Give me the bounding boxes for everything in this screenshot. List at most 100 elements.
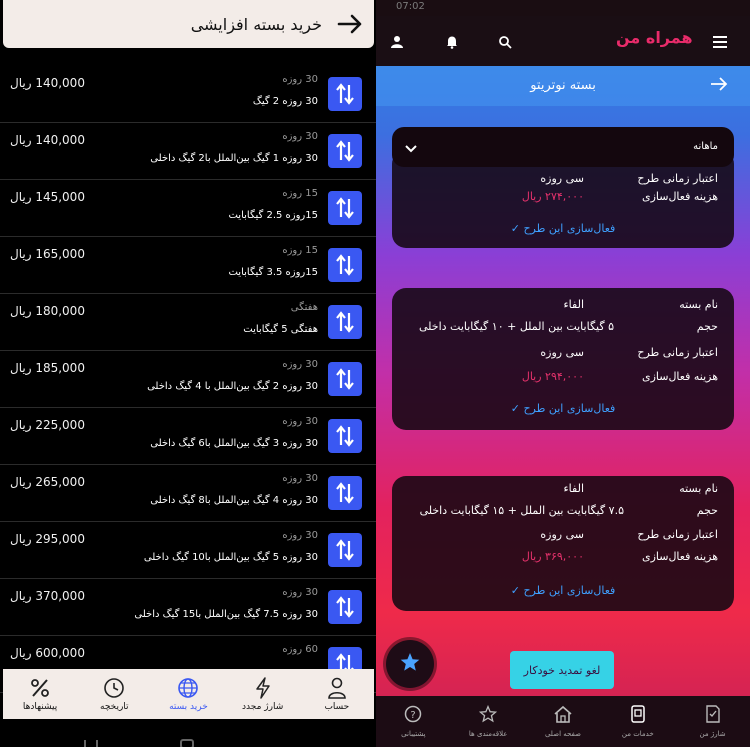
nav-item-support[interactable]: ? پشتیبانی — [378, 705, 448, 738]
updown-arrows-icon[interactable] — [328, 77, 362, 111]
dropdown-value: ماهانه — [693, 141, 718, 152]
updown-arrows-icon[interactable] — [328, 533, 362, 567]
name-label: نام بسته — [679, 482, 718, 495]
nav-label: صفحه اصلی — [544, 730, 581, 738]
package-list: 140,000 ریال 30 روزه 30 روزه 2 گیگ 140,0… — [0, 66, 376, 693]
cancel-auto-renew-button[interactable]: لغو تمدید خودکار — [510, 651, 614, 689]
volume-label: حجم — [696, 320, 718, 333]
cost-label: هزینه فعال‌سازی — [641, 190, 718, 203]
package-row[interactable]: 185,000 ریال 30 روزه 30 روزه 2 گیگ بین‌ا… — [0, 351, 376, 408]
cost-label: هزینه فعال‌سازی — [641, 550, 718, 563]
package-row[interactable]: 370,000 ریال 30 روزه 30 روزه 7.5 گیگ بین… — [0, 579, 376, 636]
nav-label: خرید بسته — [169, 701, 208, 712]
package-name: 30 روزه 3 گیگ بین‌الملل با6 گیگ داخلی — [150, 438, 318, 449]
globe-icon — [177, 677, 199, 699]
sim-icon — [705, 705, 721, 727]
cost-label: هزینه فعال‌سازی — [641, 370, 718, 383]
package-duration: 15 روزه — [282, 245, 318, 256]
validity-label: اعتبار زمانی طرح — [637, 172, 718, 185]
nav-item-favorites[interactable]: علاقه‌مندی ها — [453, 704, 523, 738]
package-name: هفتگی 5 گیگابایت — [243, 324, 318, 335]
updown-arrows-icon[interactable] — [328, 590, 362, 624]
lightning-icon — [255, 676, 271, 699]
favorite-fab[interactable] — [386, 640, 434, 688]
package-row[interactable]: 295,000 ریال 30 روزه 30 روزه 5 گیگ بین‌ا… — [0, 522, 376, 579]
volume-value: ۷.۵ گیگابایت بین الملل + ۱۵ گیگابایت داخ… — [419, 504, 624, 517]
package-price: 600,000 ریال — [10, 646, 85, 660]
plan-volume-row: حجم ۵ گیگابایت بین الملل + ۱۰ گیگابایت د… — [392, 320, 734, 342]
package-price: 180,000 ریال — [10, 304, 85, 318]
nav-label: علاقه‌مندی ها — [468, 730, 508, 738]
package-price: 295,000 ریال — [10, 532, 85, 546]
activate-plan-button[interactable]: فعال‌سازی این طرح ✓ — [392, 584, 734, 597]
home-button-icon[interactable] — [180, 739, 194, 747]
package-row[interactable]: 180,000 ریال هفتگی هفتگی 5 گیگابایت — [0, 294, 376, 351]
nav-item-history[interactable]: تاریخچه — [82, 677, 146, 712]
volume-value: ۵ گیگابایت بین الملل + ۱۰ گیگابایت داخلی — [418, 320, 614, 333]
nav-label: تاریخچه — [100, 701, 129, 712]
nav-item-my-charge[interactable]: شارژ من — [678, 705, 748, 738]
plan-validity-row: اعتبار زمانی طرح سی روزه — [392, 528, 734, 550]
nav-label: پیشنهادها — [22, 701, 58, 712]
recent-apps-icon[interactable] — [84, 740, 98, 747]
bell-icon[interactable] — [446, 34, 458, 53]
help-icon: ? — [404, 705, 422, 727]
activate-plan-button[interactable]: فعال‌سازی این طرح ✓ — [392, 222, 734, 235]
chevron-down-icon — [404, 139, 418, 158]
name-value: الفاء — [563, 482, 585, 495]
nav-item-home[interactable]: صفحه اصلی — [528, 705, 598, 738]
package-row[interactable]: 165,000 ریال 15 روزه 15روزه 3.5 گیگابایت — [0, 237, 376, 294]
package-name: 30 روزه 4 گیگ بین‌الملل با8 گیگ داخلی — [150, 495, 318, 506]
person-icon — [327, 677, 347, 699]
nav-label: پشتیبانی — [401, 730, 426, 738]
nav-item-account[interactable]: حساب — [305, 677, 369, 712]
star-icon — [399, 651, 421, 677]
package-name: 30 روزه 2 گیگ — [252, 96, 318, 107]
updown-arrows-icon[interactable] — [328, 134, 362, 168]
nav-item-my-services[interactable]: خدمات من — [603, 705, 673, 738]
updown-arrows-icon[interactable] — [328, 476, 362, 510]
package-row[interactable]: 265,000 ریال 30 روزه 30 روزه 4 گیگ بین‌ا… — [0, 465, 376, 522]
menu-icon[interactable] — [712, 34, 728, 53]
activate-label: فعال‌سازی این طرح — [523, 584, 616, 597]
package-duration: 30 روزه — [282, 473, 318, 484]
updown-arrows-icon[interactable] — [328, 305, 362, 339]
nav-label: شارژ مجدد — [242, 701, 284, 712]
name-value: الفاء — [563, 298, 585, 311]
updown-arrows-icon[interactable] — [328, 248, 362, 282]
app-header: خرید بسته افزایشی — [3, 0, 374, 48]
package-duration: 30 روزه — [282, 587, 318, 598]
package-duration: 15 روزه — [282, 188, 318, 199]
updown-arrows-icon[interactable] — [328, 191, 362, 225]
package-name: 15روزه 3.5 گیگابایت — [228, 267, 318, 278]
package-duration: 30 روزه — [282, 416, 318, 427]
validity-value: سی روزه — [540, 172, 584, 185]
package-name: 30 روزه 2 گیگ بین‌الملل با 4 گیگ داخلی — [147, 381, 318, 392]
status-time: 07:02 — [396, 1, 425, 12]
forward-arrow-icon[interactable] — [710, 76, 728, 96]
updown-arrows-icon[interactable] — [328, 362, 362, 396]
checkmark-icon: ✓ — [510, 402, 520, 415]
package-price: 165,000 ریال — [10, 247, 85, 261]
package-row[interactable]: 140,000 ریال 30 روزه 30 روزه 2 گیگ — [0, 66, 376, 123]
updown-arrows-icon[interactable] — [328, 419, 362, 453]
package-price: 185,000 ریال — [10, 361, 85, 375]
volume-label: حجم — [696, 504, 718, 517]
back-arrow-icon[interactable] — [336, 10, 364, 38]
screenshot-root: خرید بسته افزایشی 140,000 ریال 30 روزه 3… — [0, 0, 750, 747]
package-duration: 30 روزه — [282, 131, 318, 142]
nav-item-offers[interactable]: پیشنهادها — [8, 677, 72, 712]
package-row[interactable]: 140,000 ریال 30 روزه 30 روزه 1 گیگ بین‌ا… — [0, 123, 376, 180]
status-bar: 07:02 — [376, 0, 750, 16]
plan-cost-row: هزینه فعال‌سازی ۲۹۴,۰۰۰ ریال — [392, 370, 734, 392]
nav-item-recharge[interactable]: شارژ مجدد — [231, 676, 295, 712]
activate-label: فعال‌سازی این طرح — [523, 402, 616, 415]
period-dropdown[interactable]: ماهانه — [392, 127, 734, 167]
search-icon[interactable] — [498, 34, 512, 53]
plan-cost-row: هزینه فعال‌سازی ۲۷۴,۰۰۰ ریال — [392, 190, 734, 212]
nav-item-buy-package[interactable]: خرید بسته — [156, 677, 220, 712]
profile-icon[interactable] — [390, 34, 404, 53]
package-row[interactable]: 145,000 ریال 15 روزه 15روزه 2.5 گیگابایت — [0, 180, 376, 237]
activate-plan-button[interactable]: فعال‌سازی این طرح ✓ — [392, 402, 734, 415]
package-row[interactable]: 225,000 ریال 30 روزه 30 روزه 3 گیگ بین‌ا… — [0, 408, 376, 465]
